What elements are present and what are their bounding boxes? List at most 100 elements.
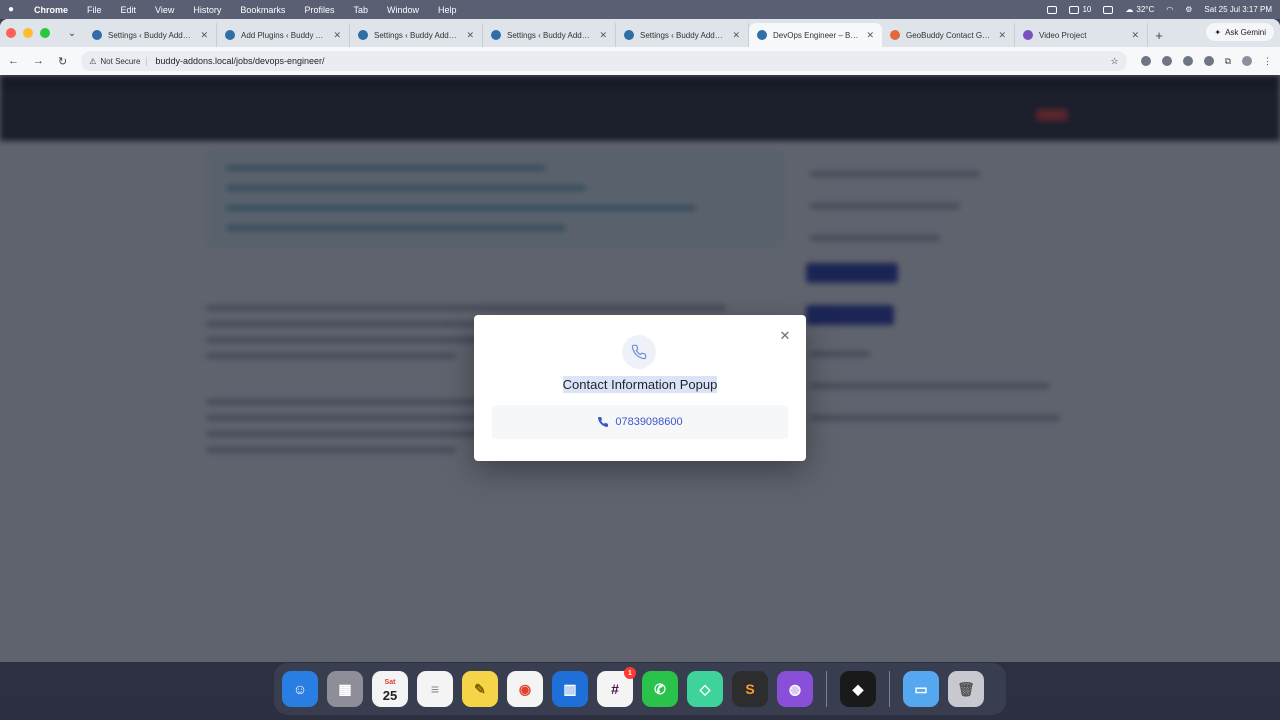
finder-icon[interactable]: ☺ <box>282 671 318 707</box>
sublime-text-icon[interactable]: S <box>732 671 768 707</box>
gemini-sparkle-icon: ✦ <box>1214 27 1222 37</box>
tab-add-plugins[interactable]: Add Plugins ‹ Buddy A… ✕ <box>217 23 350 47</box>
trash-icon[interactable]: 🗑 <box>948 671 984 707</box>
address-bar[interactable]: ⚠ Not Secure buddy-addons.local/jobs/dev… <box>81 51 1127 71</box>
close-tab-icon[interactable]: ✕ <box>333 30 341 41</box>
close-tab-icon[interactable]: ✕ <box>998 30 1006 41</box>
forward-arrow-icon[interactable]: → <box>33 55 44 67</box>
close-tab-icon[interactable]: ✕ <box>866 30 874 41</box>
macos-dock: ☺ ▦ Sat 25 ≡ ✎ ◉ ▥ # 1 ✆ ◇ S ◍ ◆ ▭ 🗑 <box>274 663 1006 715</box>
launchpad-icon[interactable]: ▦ <box>327 671 363 707</box>
profile-avatar[interactable] <box>1242 56 1252 66</box>
menu-clock[interactable]: Sat 25 Jul 3:17 PM <box>1204 5 1272 14</box>
extension-icon[interactable] <box>1182 56 1193 66</box>
menu-tab[interactable]: Tab <box>353 5 368 15</box>
phone-number: 07839098600 <box>615 416 683 428</box>
tab-settings-2[interactable]: Settings ‹ Buddy Add… ✕ <box>350 23 483 47</box>
bookmark-star-icon[interactable]: ☆ <box>1110 56 1118 67</box>
new-tab-plus-icon[interactable]: + <box>1148 23 1170 47</box>
menu-edit[interactable]: Edit <box>121 5 137 15</box>
reminders-icon[interactable]: ≡ <box>417 671 453 707</box>
trello-icon[interactable]: ▥ <box>552 671 588 707</box>
menu-bar-status: 10 ☁ 32°C ◠ ⚙ Sat 25 Jul 3:17 PM <box>1047 5 1272 14</box>
extension-icon[interactable] <box>1161 56 1172 66</box>
close-tab-icon[interactable]: ✕ <box>1131 30 1139 41</box>
notification-badge: 1 <box>624 667 636 679</box>
ask-gemini-button[interactable]: ✦ Ask Gemini <box>1206 23 1274 41</box>
close-window-button[interactable] <box>6 28 16 38</box>
app-status-icon <box>1069 5 1080 14</box>
menu-file[interactable]: File <box>87 5 102 15</box>
wifi-icon[interactable]: ◠ <box>1166 5 1173 14</box>
battery-icon[interactable] <box>1103 5 1114 14</box>
close-tab-icon[interactable]: ✕ <box>732 30 740 41</box>
menu-profiles[interactable]: Profiles <box>304 5 334 15</box>
menu-window[interactable]: Window <box>387 5 419 15</box>
tab-geobuddy-contact[interactable]: GeoBuddy Contact G… ✕ <box>882 23 1015 47</box>
wordpress-icon <box>624 30 634 40</box>
close-tab-icon[interactable]: ✕ <box>466 30 474 41</box>
phone-badge <box>622 335 656 369</box>
weather-status[interactable]: ☁ 32°C <box>1125 5 1154 14</box>
macos-menu-bar: ● Chrome File Edit View History Bookmark… <box>0 0 1280 19</box>
chrome-menu-icon[interactable]: ⋮ <box>1263 56 1272 67</box>
wordpress-icon <box>225 30 235 40</box>
extension-icon[interactable] <box>1140 56 1151 66</box>
whatsapp-icon[interactable]: ✆ <box>642 671 678 707</box>
wordpress-icon <box>491 30 501 40</box>
geobuddy-icon <box>890 30 900 40</box>
security-indicator[interactable]: ⚠ Not Secure <box>89 56 148 66</box>
reload-icon[interactable]: ↻ <box>58 55 67 68</box>
close-icon[interactable]: ✕ <box>778 329 792 343</box>
web-page: ✕ Contact Information Popup 07839098600 <box>0 75 1280 662</box>
wordpress-icon <box>358 30 368 40</box>
maximize-window-button[interactable] <box>40 28 50 38</box>
downloads-folder-icon[interactable]: ▭ <box>903 671 939 707</box>
github-desktop-icon[interactable]: ◍ <box>777 671 813 707</box>
chrome-icon[interactable]: ◉ <box>507 671 543 707</box>
close-tab-icon[interactable]: ✕ <box>200 30 208 41</box>
tab-video-project[interactable]: Video Project ✕ <box>1015 23 1148 47</box>
menu-view[interactable]: View <box>155 5 174 15</box>
tab-search-chevron-icon[interactable]: ⌄ <box>64 25 80 41</box>
wordpress-icon <box>92 30 102 40</box>
control-center-icon[interactable]: ⚙ <box>1185 5 1192 14</box>
popup-title: Contact Information Popup <box>562 376 718 393</box>
screen-record-icon[interactable] <box>1047 5 1058 14</box>
dock-separator <box>826 671 827 707</box>
notification-count[interactable]: 10 <box>1069 5 1091 14</box>
cloud-icon: ☁ <box>1125 5 1134 14</box>
video-icon <box>1023 30 1033 40</box>
tab-devops-engineer[interactable]: DevOps Engineer – Bu… ✕ <box>749 23 882 47</box>
cursor-app-icon[interactable]: ◆ <box>840 671 876 707</box>
calendar-icon[interactable]: Sat 25 <box>372 671 408 707</box>
menu-help[interactable]: Help <box>438 5 457 15</box>
extensions-puzzle-icon[interactable]: ⧉ <box>1225 56 1231 67</box>
desktop: ● Chrome File Edit View History Bookmark… <box>0 0 1280 720</box>
phone-number-link[interactable]: 07839098600 <box>492 405 788 439</box>
dock-separator <box>889 671 890 707</box>
minimize-window-button[interactable] <box>23 28 33 38</box>
menu-app-chrome[interactable]: Chrome <box>34 5 68 15</box>
menu-bookmarks[interactable]: Bookmarks <box>240 5 285 15</box>
contact-information-popup: ✕ Contact Information Popup 07839098600 <box>474 315 806 461</box>
notes-icon[interactable]: ✎ <box>462 671 498 707</box>
back-arrow-icon[interactable]: ← <box>8 55 19 67</box>
menu-history[interactable]: History <box>193 5 221 15</box>
extension-icons: ⧉ ⋮ <box>1140 56 1272 67</box>
close-tab-icon[interactable]: ✕ <box>599 30 607 41</box>
slack-icon[interactable]: # 1 <box>597 667 636 707</box>
tab-settings-1[interactable]: Settings ‹ Buddy Add… ✕ <box>84 23 217 47</box>
apple-icon[interactable]: ● <box>8 4 18 15</box>
tab-settings-4[interactable]: Settings ‹ Buddy Add… ✕ <box>616 23 749 47</box>
phone-icon <box>631 344 647 360</box>
tab-settings-3[interactable]: Settings ‹ Buddy Add… ✕ <box>483 23 616 47</box>
extension-icon[interactable] <box>1203 56 1214 66</box>
window-controls <box>6 19 50 47</box>
chrome-window: ⌄ Settings ‹ Buddy Add… ✕ Add Plugins ‹ … <box>0 19 1280 662</box>
network-app-icon[interactable]: ◇ <box>687 671 723 707</box>
wordpress-icon <box>757 30 767 40</box>
url-text[interactable]: buddy-addons.local/jobs/devops-engineer/ <box>155 56 324 66</box>
phone-filled-icon <box>598 416 609 427</box>
tab-strip: ⌄ Settings ‹ Buddy Add… ✕ Add Plugins ‹ … <box>0 19 1280 47</box>
